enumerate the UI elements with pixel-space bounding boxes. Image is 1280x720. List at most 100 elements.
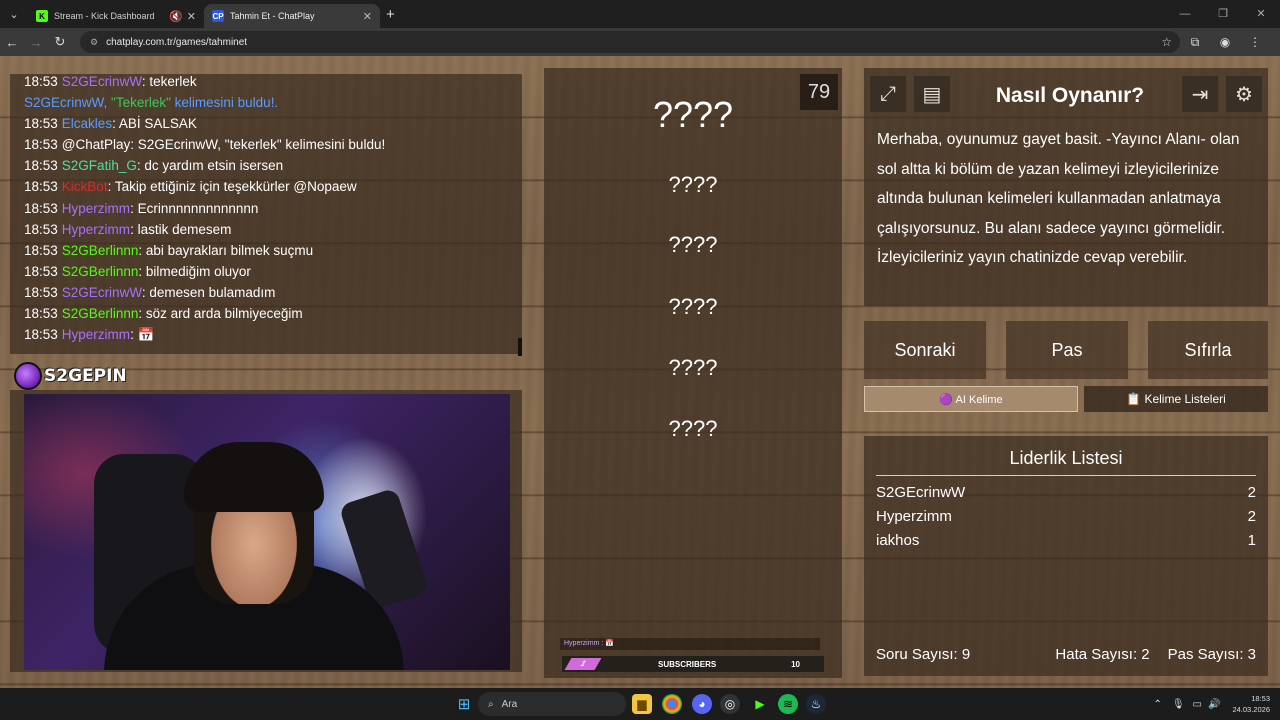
pass-count: Pas Sayısı: 3 bbox=[1167, 646, 1256, 663]
book-icon[interactable]: ▤ bbox=[914, 76, 950, 112]
chat-timestamp: 18:53 bbox=[24, 74, 58, 89]
steam-icon[interactable]: ♨ bbox=[806, 694, 826, 714]
chat-message: S2GEcrinwW, "Tekerlek" kelimesini buldu!… bbox=[24, 92, 508, 113]
reset-button[interactable]: Sıfırla bbox=[1148, 321, 1268, 379]
game-stats: Soru Sayısı: 9 Hata Sayısı: 2 Pas Sayısı… bbox=[876, 646, 1256, 663]
chatplay-icon: CP bbox=[212, 10, 224, 22]
new-tab-button[interactable]: + bbox=[386, 6, 395, 23]
browser-tab-bar: ⌄ K Stream - Kick Dashboard 🔇 ✕ CP Tahmi… bbox=[0, 0, 1280, 28]
chat-username[interactable]: KickBot bbox=[62, 179, 108, 194]
spotify-icon[interactable]: ≋ bbox=[778, 694, 798, 714]
chat-message: 18:53 S2GEcrinwW: tekerlek bbox=[24, 74, 508, 92]
chat-timestamp: 18:53 bbox=[24, 158, 58, 174]
tab-search-icon[interactable]: ⌄ bbox=[0, 0, 28, 28]
sub-goal-value: 10 bbox=[791, 659, 800, 669]
chat-username[interactable]: Hyperzimm bbox=[62, 222, 130, 237]
taskbar-search[interactable]: ⌕ Ara bbox=[478, 692, 626, 716]
windows-start-icon[interactable]: ⊞ bbox=[454, 694, 474, 714]
back-icon[interactable]: ← bbox=[0, 35, 24, 50]
chat-text: : ABİ SALSAK bbox=[112, 116, 197, 132]
leaderboard-row: S2GEcrinwW 2 bbox=[876, 484, 1256, 508]
obs-icon[interactable]: ◎ bbox=[720, 694, 740, 714]
chat-message: 18:53 S2GBerlinnn: abi bayrakları bilmek … bbox=[24, 240, 508, 261]
chat-username[interactable]: S2GEcrinwW bbox=[62, 74, 142, 89]
tab-kick-dashboard[interactable]: K Stream - Kick Dashboard 🔇 ✕ bbox=[28, 4, 204, 28]
menu-kebab-icon[interactable]: ⋮ bbox=[1240, 35, 1270, 49]
chat-username[interactable]: Hyperzimm bbox=[62, 327, 130, 342]
bookmark-star-icon[interactable]: ☆ bbox=[1161, 35, 1172, 49]
chat-timestamp: 18:53 bbox=[24, 306, 58, 322]
chat-message: 18:53 @ChatPlay: S2GEcrinwW, "tekerlek" k… bbox=[24, 134, 508, 155]
chat-message: 18:53 Hyperzimm: 📅 bbox=[24, 324, 508, 345]
minimize-button[interactable]: — bbox=[1166, 0, 1204, 28]
chat-username[interactable]: S2GFatih_G bbox=[62, 158, 137, 173]
chat-message: 18:53 Hyperzimm: lastik demesem bbox=[24, 219, 508, 240]
logo-emblem-icon bbox=[14, 362, 42, 390]
pass-button[interactable]: Pas bbox=[1006, 321, 1128, 379]
chat-username[interactable]: Hyperzimm bbox=[62, 201, 130, 216]
close-icon[interactable]: ✕ bbox=[187, 10, 196, 23]
close-window-button[interactable]: ✕ bbox=[1242, 0, 1280, 28]
chat-message: 18:53 S2GEcrinwW: demesen bulamadım bbox=[24, 282, 508, 303]
file-explorer-icon[interactable]: ▆ bbox=[632, 694, 652, 714]
chat-message: 18:53 S2GBerlinnn: bilmediğim oluyor bbox=[24, 261, 508, 282]
forbidden-word: ???? bbox=[668, 294, 718, 319]
chat-highlight-word: "Tekerlek" bbox=[111, 95, 175, 111]
game-page: 18:53 S2GEcrinwW: tekerlek S2GEcrinwW, "Te… bbox=[0, 56, 1280, 688]
forbidden-word: ???? bbox=[668, 172, 718, 197]
error-count: Hata Sayısı: 2 bbox=[1055, 646, 1150, 663]
volume-icon[interactable]: 🔊 bbox=[1208, 699, 1220, 710]
ai-word-button[interactable]: 🟣 AI Kelime bbox=[864, 386, 1078, 412]
chevron-up-icon[interactable]: ⌃ bbox=[1153, 699, 1161, 710]
clock[interactable]: 18:53 24.03.2026 bbox=[1232, 693, 1270, 715]
word-lists-button[interactable]: 📋 Kelime Listeleri bbox=[1084, 386, 1268, 412]
webcam-panel bbox=[10, 390, 522, 672]
next-button[interactable]: Sonraki bbox=[864, 321, 986, 379]
close-icon[interactable]: ✕ bbox=[363, 10, 372, 23]
site-info-icon[interactable]: ⚙ bbox=[90, 37, 98, 48]
chat-username[interactable]: S2GBerlinnn bbox=[62, 243, 139, 258]
extensions-icon[interactable]: ⧉ bbox=[1180, 35, 1210, 50]
logo-text: S2GEPIN bbox=[44, 366, 127, 386]
exit-icon[interactable]: ⇥ bbox=[1182, 76, 1218, 112]
maximize-button[interactable]: ❐ bbox=[1204, 0, 1242, 28]
chat-timestamp: 18:53 bbox=[24, 284, 58, 300]
tab-chatplay[interactable]: CP Tahmin Et - ChatPlay ✕ bbox=[204, 4, 380, 28]
chat-username[interactable]: S2GEcrinwW bbox=[62, 285, 142, 300]
forbidden-word: ???? bbox=[668, 416, 718, 441]
chat-username[interactable]: S2GBerlinnn bbox=[62, 306, 139, 321]
chat-timestamp: 18:53 bbox=[24, 200, 58, 216]
chat-username[interactable]: S2GEcrinwW, bbox=[24, 95, 111, 110]
app: ⌄ K Stream - Kick Dashboard 🔇 ✕ CP Tahmi… bbox=[0, 0, 1280, 720]
kick-app-icon[interactable]: ▶ bbox=[750, 694, 770, 714]
chat-username[interactable]: @ChatPlay bbox=[62, 137, 130, 152]
timer-counter: 79 bbox=[800, 74, 838, 110]
chat-message: 18:53 KickBot: Takip ettiğiniz için teşek… bbox=[24, 176, 508, 197]
discord-icon[interactable]: ◕ bbox=[692, 694, 712, 714]
clock-time: 18:53 bbox=[1251, 694, 1270, 703]
microphone-icon[interactable]: 🎙 bbox=[1172, 699, 1185, 710]
chat-scrollbar[interactable] bbox=[518, 338, 522, 356]
chat-timestamp: 18:53 bbox=[24, 242, 58, 258]
chat-timestamp: 18:53 bbox=[24, 327, 58, 343]
mute-icon[interactable]: 🔇 bbox=[169, 10, 183, 23]
network-icon[interactable]: ▭ bbox=[1193, 699, 1202, 710]
fullscreen-icon[interactable]: ⤢ bbox=[870, 76, 906, 112]
url-field[interactable]: ⚙ chatplay.com.tr/games/tahminet ☆ bbox=[80, 31, 1180, 53]
how-to-play-title: Nasıl Oynanır? bbox=[995, 84, 1145, 107]
chat-text: : Takip ettiğiniz için teşekkürler @Nopa… bbox=[107, 179, 357, 195]
chrome-icon[interactable] bbox=[662, 694, 682, 714]
chat-text: : Ecrinnnnnnnnnnnnn bbox=[130, 200, 259, 216]
player-score: 2 bbox=[1247, 508, 1256, 525]
leaderboard-panel: Liderlik Listesi S2GEcrinwW 2 Hyperzimm … bbox=[864, 436, 1268, 676]
chat-message: 18:53 S2GBerlinnn: söz ard arda bilmiyece… bbox=[24, 303, 508, 324]
profile-avatar[interactable]: ◉ bbox=[1210, 35, 1240, 49]
chat-username[interactable]: S2GBerlinnn bbox=[62, 264, 139, 279]
chat-username[interactable]: Elcakles bbox=[62, 116, 112, 131]
reload-icon[interactable]: ↻ bbox=[48, 34, 72, 50]
gear-icon[interactable]: ⚙ bbox=[1226, 76, 1262, 112]
chat-message: 18:53 S2GFatih_G: dc yardım etsin isersen bbox=[24, 155, 508, 176]
chat-text: : bilmediğim oluyor bbox=[138, 263, 251, 279]
streamer-logo: S2GEPIN bbox=[14, 360, 127, 392]
forward-icon[interactable]: → bbox=[24, 35, 48, 50]
